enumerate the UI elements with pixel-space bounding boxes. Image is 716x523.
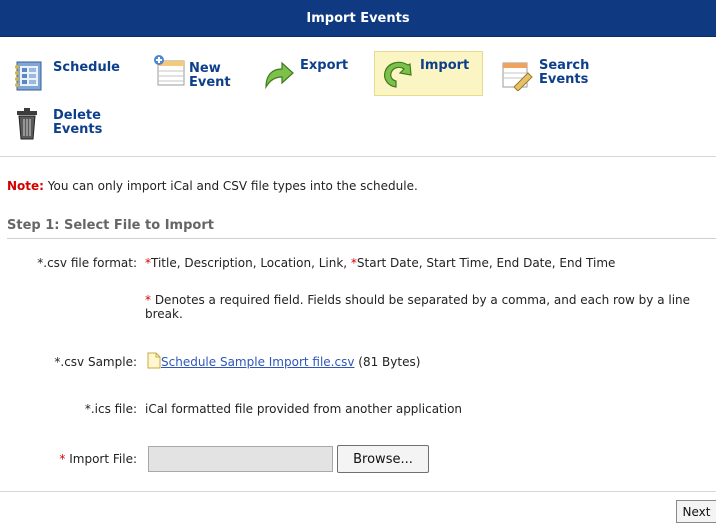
csv-sample-label: *.csv Sample: — [54, 355, 137, 369]
new-event-icon — [154, 55, 185, 86]
delete-events-button[interactable]: Delete Events — [13, 107, 102, 147]
import-file-label: * Import File: — [59, 452, 137, 466]
new-event-button[interactable]: New Event — [153, 54, 231, 94]
page-title: Import Events — [306, 10, 410, 26]
note-message: Note: You can only import iCal and CSV f… — [7, 179, 418, 193]
search-events-label-line2: Events — [539, 72, 589, 87]
csv-format-value: *Title, Description, Location, Link, *St… — [145, 256, 715, 270]
browse-button[interactable]: Browse... — [337, 445, 429, 473]
import-button[interactable]: Import — [374, 51, 483, 96]
new-event-label-line1: New — [189, 61, 221, 76]
delete-events-label-line2: Events — [53, 122, 103, 137]
page-title-bar: Import Events — [0, 0, 716, 37]
search-events-icon — [502, 62, 533, 91]
note-text: You can only import iCal and CSV file ty… — [43, 179, 418, 193]
footer-divider — [0, 491, 716, 492]
search-events-label-line1: Search — [539, 58, 590, 73]
ics-file-description: iCal formatted file provided from anothe… — [145, 402, 463, 416]
search-events-button[interactable]: Search Events — [500, 57, 589, 97]
import-label: Import — [420, 58, 470, 73]
required-field-note: * Denotes a required field. Fields shoul… — [145, 293, 715, 321]
schedule-icon — [15, 61, 42, 91]
schedule-button[interactable]: Schedule — [13, 59, 120, 95]
csv-sample-link[interactable]: Schedule Sample Import file.csv — [161, 355, 354, 369]
step1-heading: Step 1: Select File to Import — [7, 218, 214, 233]
csv-format-part1: Title, Description, Location, Link, — [151, 256, 351, 270]
toolbar: Schedule New Event Export Import Search … — [0, 37, 716, 153]
csv-format-label: *.csv file format: — [37, 256, 137, 270]
csv-sample-size: (81 Bytes) — [354, 355, 421, 369]
note-label: Note: — [7, 179, 44, 193]
export-button[interactable]: Export — [262, 57, 348, 93]
next-button[interactable]: Next — [676, 500, 716, 523]
file-icon — [147, 352, 161, 369]
toolbar-divider — [0, 156, 716, 157]
schedule-label: Schedule — [53, 60, 120, 75]
import-file-label-text: Import File: — [65, 452, 137, 466]
export-arrow-icon — [265, 61, 294, 90]
csv-sample-value: Schedule Sample Import file.csv (81 Byte… — [147, 352, 716, 369]
csv-format-part2: Start Date, Start Time, End Date, End Ti… — [356, 256, 616, 270]
required-field-note-text: Denotes a required field. Fields should … — [145, 293, 691, 321]
import-file-input[interactable] — [148, 446, 333, 472]
trash-icon — [17, 108, 37, 140]
ics-file-label: *.ics file: — [84, 402, 137, 416]
new-event-label-line2: Event — [189, 75, 231, 90]
export-label: Export — [300, 58, 349, 73]
step1-divider — [7, 238, 716, 239]
import-arrow-icon — [383, 61, 412, 88]
delete-events-label-line1: Delete — [53, 108, 101, 123]
